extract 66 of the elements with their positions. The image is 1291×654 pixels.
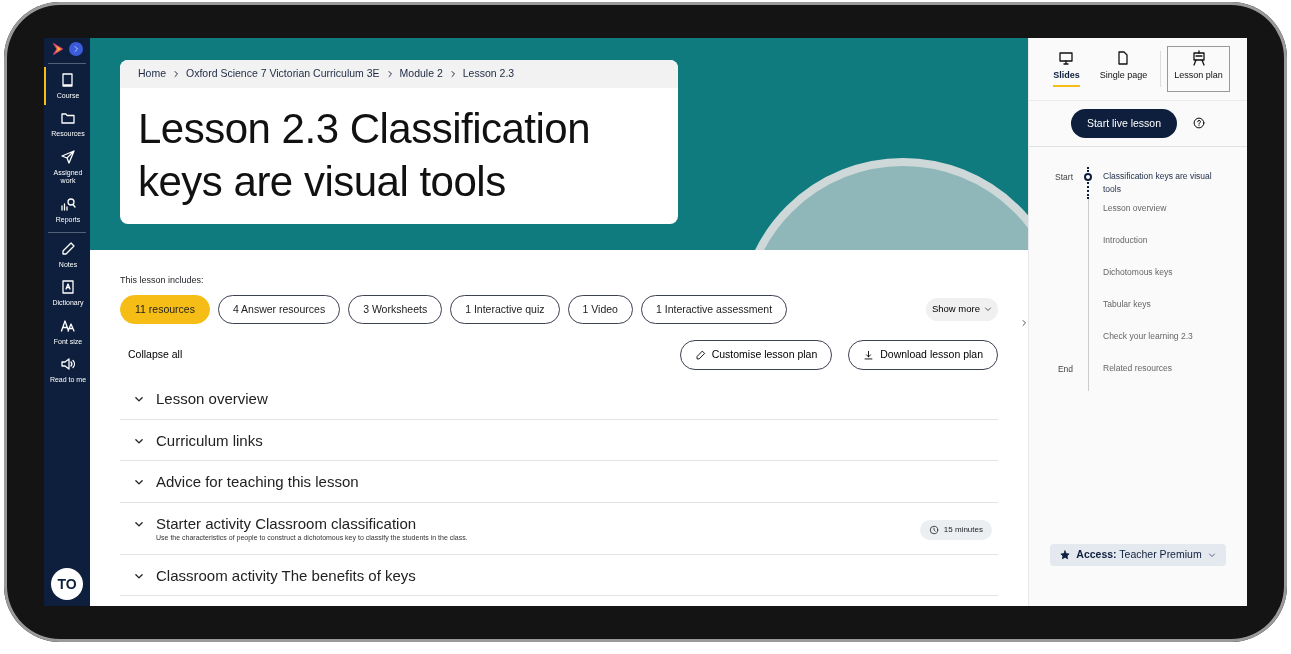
section-title: Classroom activity The benefits of keys: [156, 565, 416, 585]
download-button[interactable]: Download lesson plan: [848, 340, 998, 370]
includes-label: This lesson includes:: [120, 274, 205, 287]
timeline-marker: End: [1057, 364, 1073, 375]
timeline-item[interactable]: Lesson overview: [1103, 199, 1237, 216]
chevron-down-icon: [134, 394, 144, 404]
accordion-row[interactable]: Advice for teaching this lesson: [120, 461, 998, 503]
timeline-item[interactable]: Dichotomous keys: [1103, 263, 1237, 280]
logo-icon: [51, 42, 65, 56]
section-title: Lesson overview: [156, 389, 268, 409]
clock-icon: [928, 524, 939, 535]
chevron-down-icon: [134, 477, 144, 487]
start-live-lesson-button[interactable]: Start live lesson: [1070, 108, 1178, 139]
resource-filter-chip[interactable]: 1 Video: [567, 294, 633, 325]
resource-filter-chip[interactable]: 1 Interactive assessment: [640, 294, 788, 325]
chevron-right-icon: [1020, 319, 1028, 328]
folder-icon: [60, 110, 76, 127]
lesson-title: Lesson 2.3 Classification keys are visual tools: [137, 103, 592, 208]
chevron-down-icon: [1207, 551, 1216, 560]
download-icon: [863, 349, 875, 361]
accordion-row[interactable]: Lesson overview: [120, 378, 998, 420]
section-title: Curriculum links: [156, 430, 263, 450]
accordion-row[interactable]: Classroom activity The benefits of keys: [120, 554, 998, 596]
collapse-all-button[interactable]: Collapse all: [120, 347, 191, 363]
section-title: Starter activity Classroom classification: [156, 513, 418, 533]
show-more-button[interactable]: Show more: [925, 298, 998, 321]
easel-icon: [1190, 50, 1207, 66]
monitor-icon: [1058, 50, 1075, 66]
breadcrumb-link[interactable]: Home: [138, 66, 166, 82]
resource-filter-chip[interactable]: 1 Interactive quiz: [450, 294, 560, 325]
book-icon: [60, 72, 76, 88]
breadcrumb-current: Lesson 2.3: [462, 66, 515, 81]
breadcrumb-link[interactable]: Module 2: [399, 66, 443, 82]
avatar[interactable]: TO: [51, 568, 83, 600]
dictionary-icon: [60, 279, 76, 296]
breadcrumb-link[interactable]: Oxford Science 7 Victorian Curriculum 3E: [186, 66, 380, 82]
resource-filter-chip[interactable]: 11 resources: [120, 294, 210, 325]
timeline-item[interactable]: Check your learning 2.3: [1103, 327, 1237, 344]
chevron-right-icon: [172, 69, 180, 78]
timeline-item[interactable]: Classification keys are visual tools: [1103, 167, 1237, 197]
star-icon: [1060, 550, 1071, 561]
help-button[interactable]: [1193, 117, 1206, 130]
customise-button[interactable]: Customise lesson plan: [679, 340, 833, 370]
chevron-right-icon: [448, 69, 457, 78]
chart-search-icon: [60, 195, 76, 212]
chevron-right-icon: [72, 45, 80, 53]
resource-filter-chip[interactable]: 3 Worksheets: [348, 294, 443, 325]
timeline-marker: Start: [1055, 172, 1073, 183]
view-tab[interactable]: Slides: [1046, 46, 1087, 92]
help-icon: [1193, 117, 1206, 130]
timeline-item[interactable]: Tabular keys: [1103, 295, 1237, 312]
expand-button[interactable]: [69, 42, 83, 56]
pencil-icon: [694, 349, 706, 361]
chevron-right-icon: [385, 69, 394, 78]
resource-filter-chip[interactable]: 4 Answer resources: [217, 294, 341, 325]
timeline-item[interactable]: Introduction: [1103, 231, 1237, 248]
timeline-item[interactable]: Related resources: [1103, 359, 1237, 376]
pencil-icon: [60, 240, 76, 257]
view-tab[interactable]: Single page: [1092, 46, 1155, 92]
access-dropdown[interactable]: Access: Teacher Premium: [1050, 544, 1226, 566]
paper-plane-icon: [60, 148, 76, 165]
section-title: Advice for teaching this lesson: [156, 472, 359, 492]
duration-badge: 15 minutes: [919, 519, 992, 540]
accordion-row[interactable]: Curriculum links: [120, 419, 998, 461]
chevron-down-icon: [984, 305, 992, 314]
view-tab[interactable]: Lesson plan: [1167, 46, 1230, 92]
